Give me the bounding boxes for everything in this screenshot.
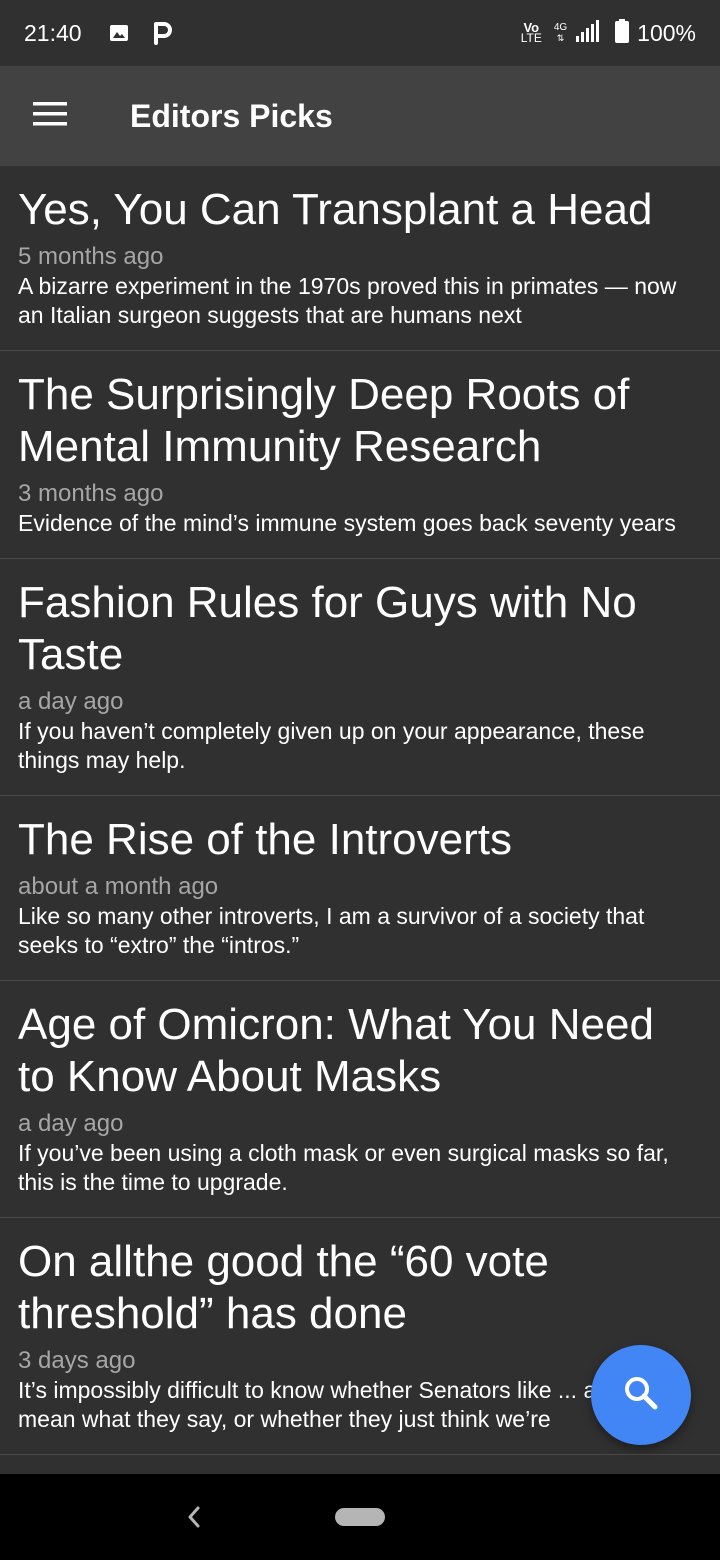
- status-bar: 21:40 Vo LTE 4G ⇅ 100%: [0, 0, 720, 66]
- search-button[interactable]: [591, 1345, 691, 1445]
- network-indicator: 4G ⇅: [554, 22, 567, 44]
- article-list[interactable]: Yes, You Can Transplant a Head 5 months …: [0, 166, 720, 1474]
- article-time: a day ago: [18, 1110, 124, 1137]
- article-item[interactable]: Yes, You Can Transplant a Head 5 months …: [0, 166, 720, 351]
- article-time: 3 months ago: [18, 480, 164, 507]
- home-handle[interactable]: [335, 1508, 385, 1526]
- article-description: Evidence of the mind’s immune system goe…: [18, 510, 676, 536]
- article-item[interactable]: Age of Omicron: What You Need to Know Ab…: [0, 981, 720, 1218]
- back-icon[interactable]: [182, 1502, 206, 1532]
- page-title: Editors Picks: [130, 97, 333, 134]
- hamburger-menu-icon: [33, 101, 67, 132]
- article-description: Like so many other introverts, I am a su…: [18, 903, 645, 958]
- article-title: Yes, You Can Transplant a Head: [18, 185, 653, 234]
- article-item[interactable]: Fashion Rules for Guys with No Taste a d…: [0, 559, 720, 796]
- article-time: 5 months ago: [18, 243, 164, 270]
- article-title: The Surprisingly Deep Roots of Mental Im…: [18, 370, 630, 471]
- article-title: Fashion Rules for Guys with No Taste: [18, 578, 637, 679]
- status-time: 21:40: [24, 19, 82, 46]
- article-description: A bizarre experiment in the 1970s proved…: [18, 273, 677, 328]
- volte-bottom: LTE: [520, 31, 542, 45]
- app-bar: Editors Picks: [0, 66, 720, 166]
- image-icon: [108, 22, 130, 44]
- volte-indicator: Vo LTE: [520, 21, 542, 45]
- article-time: a day ago: [18, 688, 124, 715]
- article-description: If you’ve been using a cloth mask or eve…: [18, 1140, 669, 1195]
- article-description: If you haven’t completely given up on yo…: [18, 718, 645, 773]
- search-icon: [623, 1375, 659, 1416]
- network-type: 4G: [553, 22, 568, 33]
- article-item[interactable]: The Surprisingly Deep Roots of Mental Im…: [0, 351, 720, 559]
- article-item[interactable]: The Rise of the Introverts about a month…: [0, 796, 720, 981]
- signal-icon: [575, 19, 601, 48]
- article-title: On allthe good the “60 vote threshold” h…: [18, 1237, 549, 1338]
- status-right: Vo LTE 4G ⇅ 100%: [520, 18, 696, 48]
- menu-button[interactable]: [0, 66, 100, 166]
- article-time: about a month ago: [18, 873, 219, 900]
- parking-icon: [152, 22, 174, 45]
- article-title: The Rise of the Introverts: [18, 815, 512, 864]
- battery-percent: 100%: [637, 19, 696, 46]
- article-title: Age of Omicron: What You Need to Know Ab…: [18, 1000, 654, 1101]
- network-arrows: ⇅: [556, 33, 565, 43]
- battery-icon: [615, 18, 630, 48]
